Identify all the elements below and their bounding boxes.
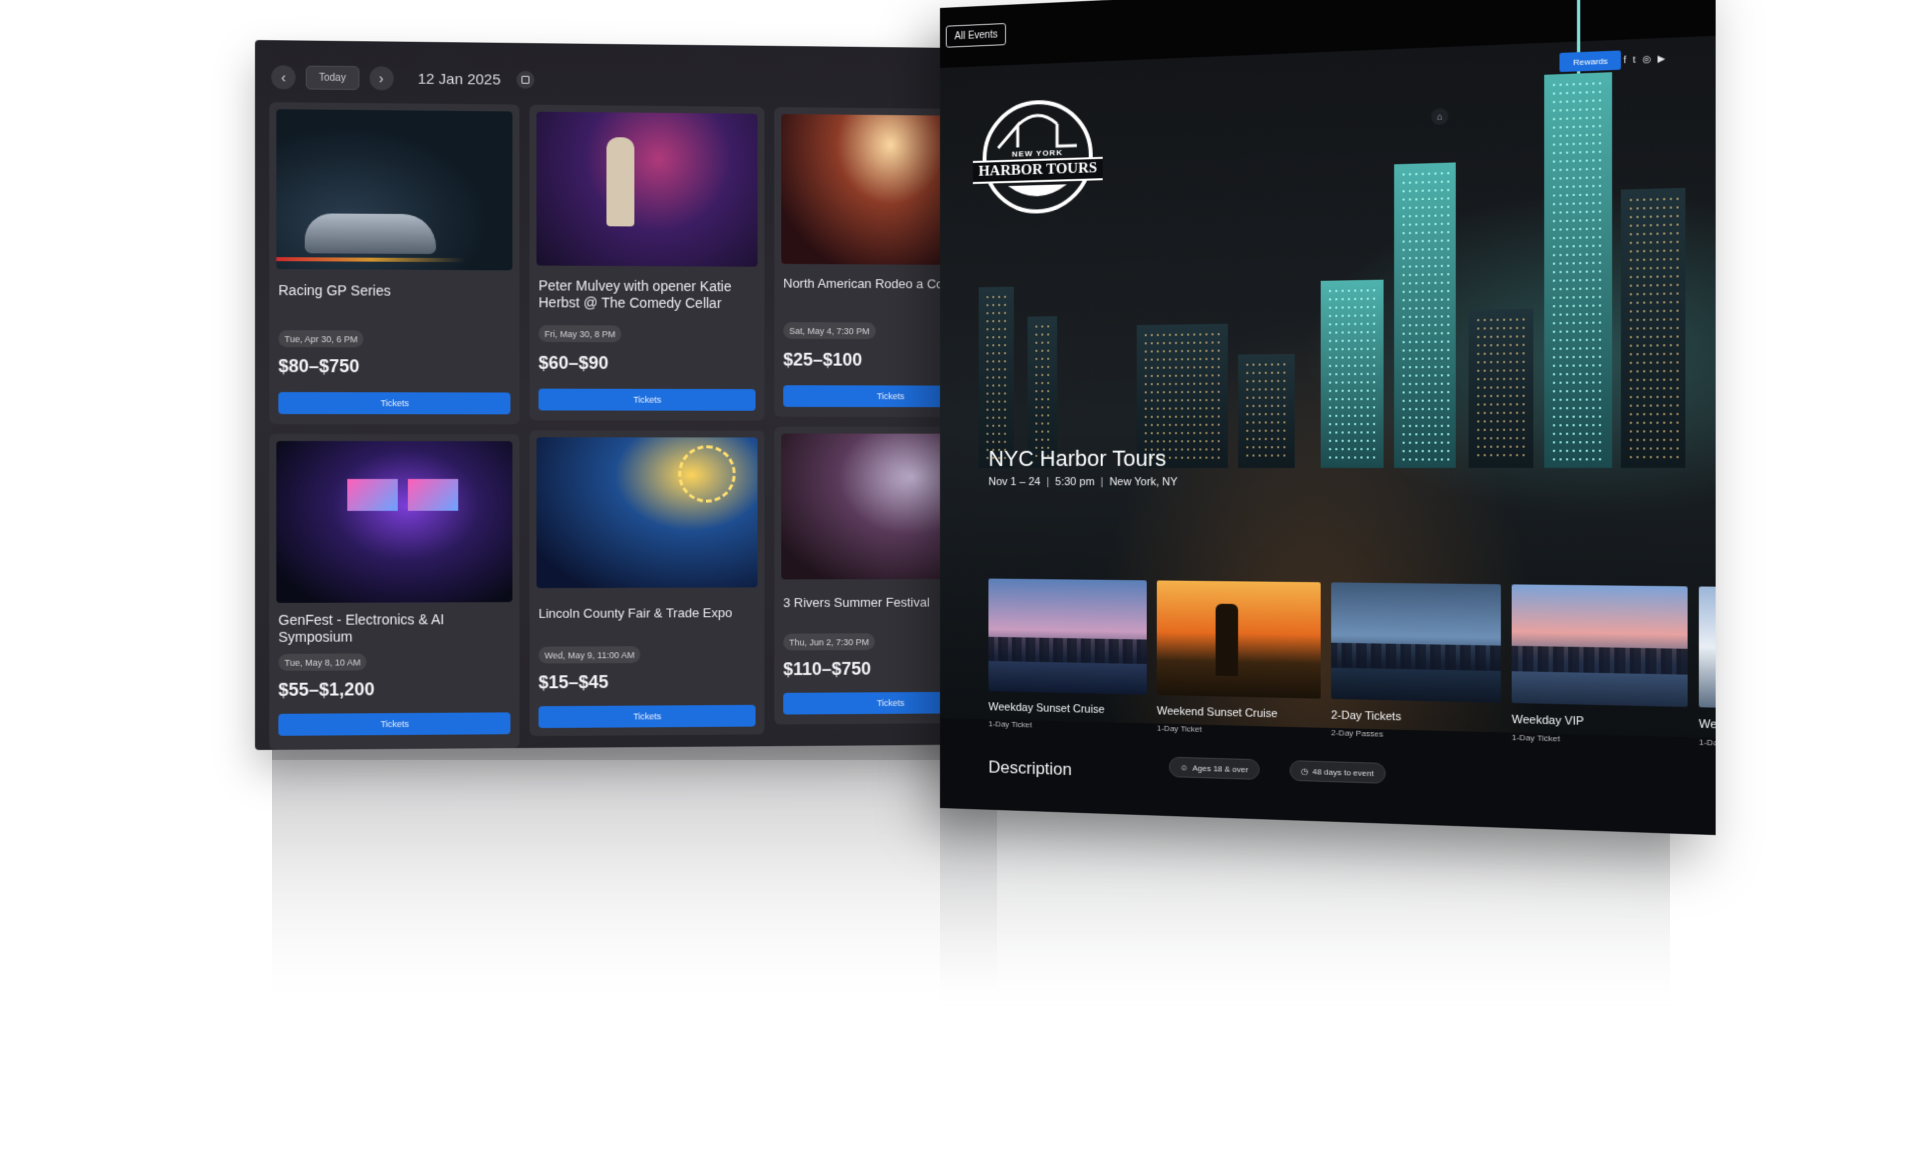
events-calendar-window: ‹ Today › 12 Jan 2025 Racing GP Series T… — [255, 40, 993, 750]
ticket-image — [1331, 582, 1501, 703]
event-price: $110–$750 — [783, 658, 872, 680]
ticket-option[interactable]: Weekend Sunset Cruise 1-Day Ticket — [1156, 580, 1321, 737]
event-image — [276, 109, 513, 271]
facebook-icon[interactable]: f — [1623, 52, 1626, 67]
ticket-image — [988, 578, 1147, 695]
youtube-icon[interactable]: ▶ — [1658, 51, 1666, 66]
event-detail-title: NYC Harbor Tours — [988, 445, 1167, 472]
ticket-option[interactable]: Weekday Sunset Cruise 1-Day Ticket — [988, 578, 1147, 733]
right-panel-reflection — [940, 805, 1670, 1095]
ticket-subtitle: 2-Day Passes — [1331, 728, 1384, 739]
ticket-image — [1156, 580, 1321, 699]
countdown-text: 48 days to event — [1312, 766, 1374, 778]
event-image — [536, 437, 758, 589]
all-events-button[interactable]: All Events — [945, 22, 1007, 48]
event-image — [536, 111, 758, 267]
event-date-badge: Tue, Apr 30, 6 PM — [278, 330, 364, 348]
left-panel-reflection — [272, 745, 997, 1105]
age-restriction-pill: ☺ Ages 18 & over — [1168, 756, 1260, 780]
logo-main-text: HARBOR TOURS — [972, 156, 1103, 185]
calendar-picker-button[interactable] — [516, 70, 535, 89]
event-card[interactable]: GenFest - Electronics & AI Symposium Tue… — [269, 434, 520, 750]
ticket-option[interactable]: Weekday VIP 1-Day Ticket — [1511, 584, 1688, 746]
chevron-right-icon: › — [378, 70, 384, 87]
ticket-option[interactable]: Weekend VIP 1-Day Ticket — [1698, 586, 1716, 752]
meta-separator: | — [1046, 476, 1050, 489]
ticket-subtitle: 1-Day Ticket — [988, 719, 1032, 730]
event-title: Peter Mulvey with opener Katie Herbst @ … — [538, 277, 732, 311]
events-calendar-panel: ‹ Today › 12 Jan 2025 Racing GP Series T… — [255, 40, 993, 750]
event-title: Racing GP Series — [278, 282, 391, 299]
event-title: GenFest - Electronics & AI Symposium — [278, 611, 445, 645]
ticket-option[interactable]: 2-Day Tickets 2-Day Passes — [1331, 582, 1501, 742]
chevron-left-icon: ‹ — [281, 69, 286, 86]
next-date-button[interactable]: › — [369, 66, 394, 91]
prev-date-button[interactable]: ‹ — [271, 65, 296, 90]
ticket-name: Weekend Sunset Cruise — [1156, 705, 1278, 721]
event-date-badge: Thu, Jun 2, 7:30 PM — [783, 633, 875, 651]
tickets-button[interactable]: Tickets — [538, 388, 756, 411]
instagram-icon[interactable]: ◎ — [1642, 51, 1651, 66]
age-restriction-text: Ages 18 & over — [1192, 762, 1249, 774]
event-time: 5:30 pm — [1055, 476, 1095, 489]
social-links: f t ◎ ▶ — [1623, 51, 1665, 68]
meta-separator: | — [1100, 476, 1104, 489]
event-date-badge: Fri, May 30, 8 PM — [538, 325, 622, 343]
ticket-image — [1511, 584, 1688, 707]
event-meta: Nov 1 – 24 | 5:30 pm | New York, NY — [988, 476, 1177, 488]
ticket-name: 2-Day Tickets — [1331, 709, 1402, 724]
countdown-pill: ◷ 48 days to event — [1289, 760, 1386, 784]
event-price: $15–$45 — [538, 672, 609, 693]
ticket-subtitle: 1-Day Ticket — [1156, 723, 1202, 734]
twitter-icon[interactable]: t — [1633, 52, 1636, 67]
tickets-button[interactable]: Tickets — [278, 392, 511, 415]
event-detail-window: All Events Rewards f t ◎ ▶ NEW YORK HARB… — [940, 0, 1716, 836]
event-title: Lincoln County Fair & Trade Expo — [538, 605, 733, 621]
event-card[interactable]: Lincoln County Fair & Trade Expo Wed, Ma… — [529, 430, 765, 737]
rewards-button[interactable]: Rewards — [1559, 50, 1621, 73]
event-image — [276, 441, 513, 603]
ticket-name: Weekday VIP — [1511, 713, 1585, 729]
event-date-badge: Sat, May 4, 7:30 PM — [783, 322, 876, 340]
event-price: $25–$100 — [783, 349, 863, 370]
ticket-name: Weekday Sunset Cruise — [988, 701, 1105, 717]
event-detail-panel: All Events Rewards f t ◎ ▶ NEW YORK HARB… — [940, 0, 1716, 836]
event-card[interactable]: Racing GP Series Tue, Apr 30, 6 PM $80–$… — [269, 102, 520, 425]
harbor-tours-logo: NEW YORK HARBOR TOURS — [972, 94, 1103, 219]
description-heading: Description — [988, 757, 1072, 780]
event-price: $80–$750 — [278, 356, 360, 377]
calendar-toolbar: ‹ Today › 12 Jan 2025 — [271, 62, 535, 95]
event-date-badge: Wed, May 9, 11:00 AM — [538, 646, 641, 664]
ticket-subtitle: 1-Day Ticket — [1698, 737, 1716, 748]
tickets-button[interactable]: Tickets — [538, 704, 756, 729]
today-button[interactable]: Today — [305, 65, 360, 91]
tickets-button[interactable]: Tickets — [278, 712, 511, 736]
calendar-icon — [521, 75, 530, 84]
event-date-badge: Tue, May 8, 10 AM — [278, 653, 367, 671]
event-location: New York, NY — [1109, 476, 1178, 489]
current-date-label: 12 Jan 2025 — [417, 70, 501, 88]
ticket-name: Weekend VIP — [1698, 718, 1716, 733]
event-card[interactable]: Peter Mulvey with opener Katie Herbst @ … — [529, 104, 765, 421]
ticket-subtitle: 1-Day Ticket — [1511, 732, 1560, 744]
clock-icon: ◷ — [1300, 766, 1309, 776]
event-price: $60–$90 — [538, 352, 609, 373]
event-dates: Nov 1 – 24 — [988, 476, 1041, 489]
event-price: $55–$1,200 — [278, 679, 375, 700]
ticket-image — [1698, 586, 1716, 712]
people-icon: ☺ — [1180, 762, 1189, 773]
